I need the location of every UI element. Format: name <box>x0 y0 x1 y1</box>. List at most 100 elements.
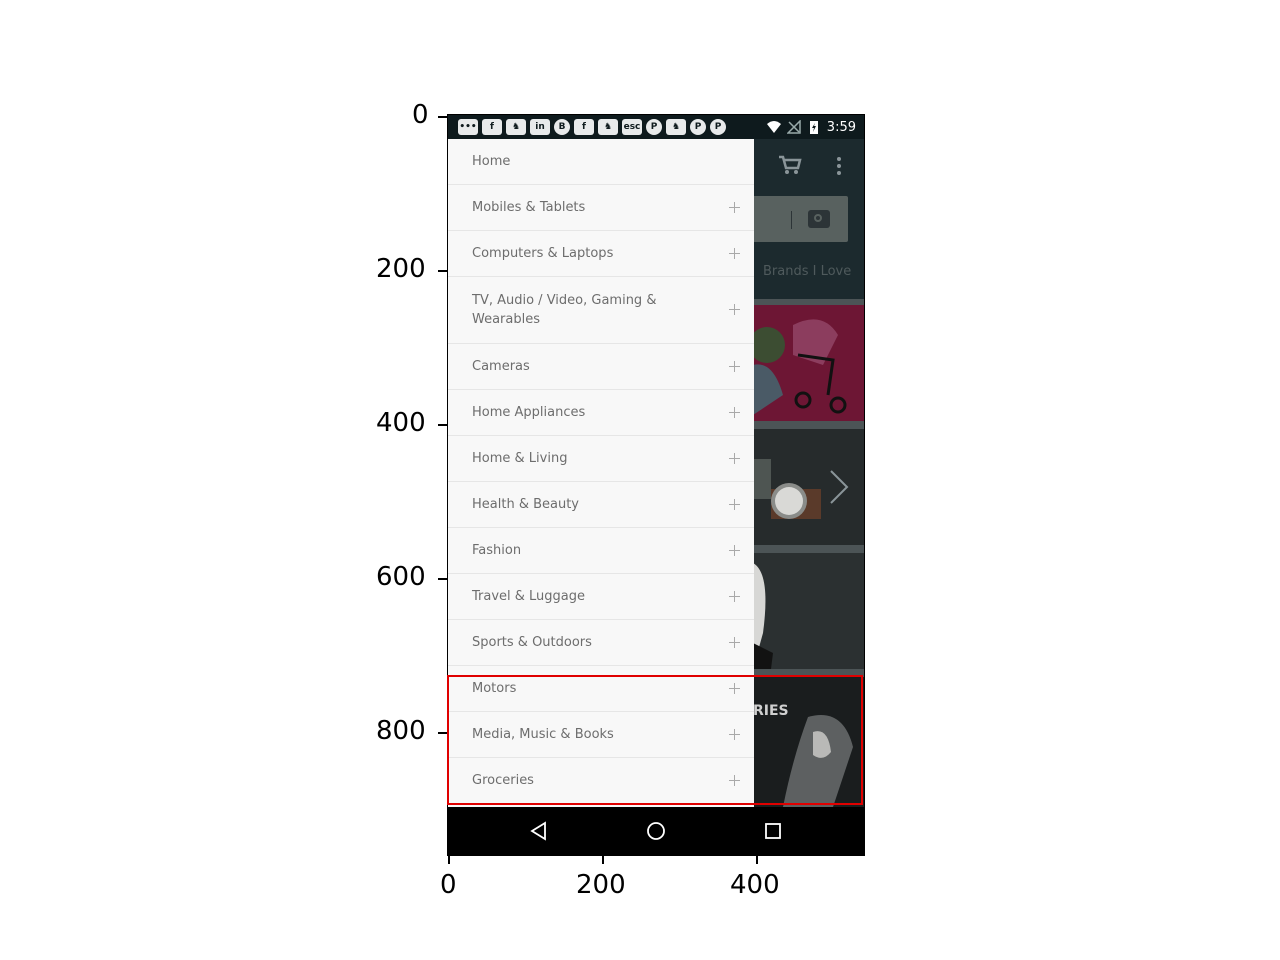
system-nav-bar <box>448 807 864 855</box>
y-tick-label: 0 <box>412 100 429 130</box>
menu-item-health-beauty[interactable]: Health & Beauty <box>448 482 754 528</box>
banner-text: RIES <box>753 703 789 719</box>
menu-item-sports-outdoors[interactable]: Sports & Outdoors <box>448 620 754 666</box>
category-drawer: Home Mobiles & Tablets Computers & Lapto… <box>448 139 754 807</box>
linkedin-icon: in <box>530 119 550 135</box>
menu-item-label: Home & Living <box>472 451 568 466</box>
search-bar[interactable] <box>738 196 848 242</box>
facebook-icon: f <box>482 119 502 135</box>
y-tick-label: 200 <box>376 254 426 284</box>
menu-item-computers-laptops[interactable]: Computers & Laptops <box>448 231 754 277</box>
x-tick-label: 400 <box>730 870 780 900</box>
expand-plus-icon[interactable] <box>729 452 740 464</box>
expand-plus-icon[interactable] <box>729 590 740 602</box>
game-icon: ♞ <box>598 119 618 135</box>
x-tick <box>448 855 450 864</box>
menu-item-label: Groceries <box>472 773 534 788</box>
y-tick <box>438 424 447 426</box>
chevron-right-icon[interactable] <box>828 469 850 505</box>
no-signal-icon <box>786 120 801 134</box>
facebook-icon: f <box>574 119 594 135</box>
x-tick <box>756 855 758 864</box>
fashion-image <box>753 553 864 669</box>
y-tick <box>438 270 447 272</box>
y-tick-label: 600 <box>376 562 426 592</box>
camera-icon[interactable] <box>808 210 830 228</box>
banner-separator <box>754 669 864 677</box>
y-tick <box>438 732 447 734</box>
x-tick-label: 200 <box>576 870 626 900</box>
expand-plus-icon[interactable] <box>729 360 740 372</box>
system-status: 3:59 <box>766 119 864 135</box>
pinterest-icon: P <box>646 119 662 135</box>
clock: 3:59 <box>826 119 856 135</box>
menu-item-mobiles-tablets[interactable]: Mobiles & Tablets <box>448 185 754 231</box>
x-tick-label: 0 <box>440 870 457 900</box>
expand-plus-icon[interactable] <box>729 728 740 740</box>
cart-icon[interactable] <box>778 155 802 175</box>
pinterest-icon: P <box>690 119 706 135</box>
game-icon: ♞ <box>666 119 686 135</box>
menu-item-label: Travel & Luggage <box>472 589 586 604</box>
esc-icon: esc <box>622 119 642 135</box>
menu-item-label: Mobiles & Tablets <box>472 200 586 215</box>
x-tick <box>602 855 604 864</box>
menu-item-label: Fashion <box>472 543 522 558</box>
y-tick-label: 800 <box>376 716 426 746</box>
expand-plus-icon[interactable] <box>729 682 740 694</box>
more-options-icon[interactable] <box>836 157 842 177</box>
menu-item-fashion[interactable]: Fashion <box>448 528 754 574</box>
expand-plus-icon[interactable] <box>729 774 740 786</box>
menu-item-label: Cameras <box>472 359 530 374</box>
back-icon[interactable] <box>527 819 551 843</box>
expand-plus-icon[interactable] <box>729 406 740 418</box>
menu-item-label: Health & Beauty <box>472 497 580 512</box>
banner-separator <box>754 299 864 305</box>
notification-icons: ••• f ♞ in B f ♞ esc P ♞ P P <box>448 119 726 135</box>
search-divider <box>791 211 792 229</box>
menu-item-motors[interactable]: Motors <box>448 666 754 712</box>
banner-separator <box>754 421 864 429</box>
status-bar: ••• f ♞ in B f ♞ esc P ♞ P P 3:59 <box>448 115 864 139</box>
banner-accessories[interactable]: RIES <box>753 677 864 807</box>
menu-item-label: Computers & Laptops <box>472 246 614 261</box>
b-icon: B <box>554 119 570 135</box>
expand-plus-icon[interactable] <box>729 201 740 213</box>
menu-item-home[interactable]: Home <box>448 139 754 185</box>
banner-separator <box>754 545 864 553</box>
menu-item-groceries[interactable]: Groceries <box>448 758 754 804</box>
expand-plus-icon[interactable] <box>729 544 740 556</box>
stroller-image <box>749 305 864 421</box>
menu-item-label: Media, Music & Books <box>472 727 614 742</box>
menu-item-media-music-books[interactable]: Media, Music & Books <box>448 712 754 758</box>
banner-fashion[interactable] <box>753 553 864 669</box>
menu-item-cameras[interactable]: Cameras <box>448 344 754 390</box>
menu-item-label: TV, Audio / Video, Gaming & Wearables <box>472 293 657 327</box>
menu-item-label: Home Appliances <box>472 405 586 420</box>
expand-plus-icon[interactable] <box>729 498 740 510</box>
phone-screen: ••• f ♞ in B f ♞ esc P ♞ P P 3:59 Brands… <box>447 114 865 856</box>
menu-item-travel-luggage[interactable]: Travel & Luggage <box>448 574 754 620</box>
expand-plus-icon[interactable] <box>729 304 740 315</box>
home-icon[interactable] <box>644 819 668 843</box>
wifi-icon <box>766 121 781 133</box>
expand-plus-icon[interactable] <box>729 247 740 259</box>
menu-item-home-appliances[interactable]: Home Appliances <box>448 390 754 436</box>
y-tick <box>438 578 447 580</box>
pinterest-icon: P <box>710 119 726 135</box>
menu-item-home-living[interactable]: Home & Living <box>448 436 754 482</box>
battery-charging-icon <box>809 121 818 134</box>
game-icon: ♞ <box>506 119 526 135</box>
menu-item-label: Home <box>472 154 511 169</box>
menu-item-label: Sports & Outdoors <box>472 635 592 650</box>
y-tick-label: 400 <box>376 408 426 438</box>
menu-item-label: Motors <box>472 681 517 696</box>
banner-stroller[interactable] <box>749 305 864 421</box>
y-tick <box>438 116 447 118</box>
menu-item-tv-audio-video[interactable]: TV, Audio / Video, Gaming & Wearables <box>448 277 754 344</box>
recents-icon[interactable] <box>761 819 785 843</box>
model-image <box>753 677 864 807</box>
expand-plus-icon[interactable] <box>729 636 740 648</box>
brands-link[interactable]: Brands I Love <box>763 264 851 279</box>
message-icon: ••• <box>458 119 478 135</box>
